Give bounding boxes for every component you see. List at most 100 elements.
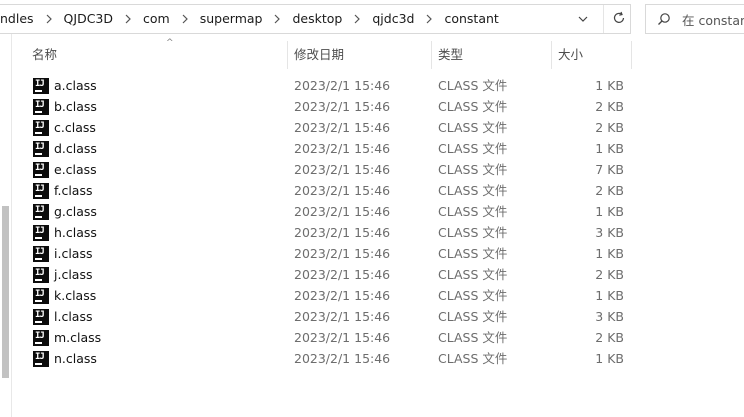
column-header-date[interactable]: 修改日期 <box>288 41 432 69</box>
file-name: f.class <box>54 183 93 198</box>
file-name: m.class <box>54 330 102 345</box>
file-name: a.class <box>54 78 97 93</box>
file-type: CLASS 文件 <box>438 225 508 240</box>
address-bar[interactable]: ndles QJDC3D com supermap desktop qjdc3d… <box>0 4 631 34</box>
chevron-right-icon[interactable] <box>40 5 58 33</box>
file-size: 1 KB <box>595 141 624 156</box>
file-name: n.class <box>54 351 97 366</box>
class-file-icon: IJ <box>33 120 49 136</box>
file-size: 1 KB <box>595 78 624 93</box>
class-file-icon: IJ <box>33 330 49 346</box>
file-type: CLASS 文件 <box>438 351 508 366</box>
class-file-icon: IJ <box>33 288 49 304</box>
column-header-label: 修改日期 <box>294 47 345 62</box>
class-file-icon: IJ <box>33 267 49 283</box>
file-date: 2023/2/1 15:46 <box>294 351 391 366</box>
file-row[interactable]: IJ e.class 2023/2/1 15:46 CLASS 文件 7 KB <box>26 159 632 180</box>
class-file-icon: IJ <box>33 183 49 199</box>
breadcrumb-item[interactable]: constant <box>438 5 504 33</box>
file-name: l.class <box>54 309 93 324</box>
file-type: CLASS 文件 <box>438 99 508 114</box>
refresh-icon <box>612 11 626 28</box>
file-type: CLASS 文件 <box>438 120 508 135</box>
address-dropdown-button[interactable] <box>568 5 598 33</box>
chevron-right-icon[interactable] <box>348 5 366 33</box>
refresh-button[interactable] <box>603 5 633 33</box>
chevron-right-icon[interactable] <box>176 5 194 33</box>
class-file-icon: IJ <box>33 141 49 157</box>
breadcrumb: ndles QJDC3D com supermap desktop qjdc3d… <box>0 5 505 33</box>
column-header-size[interactable]: 大小 <box>552 41 632 69</box>
file-row[interactable]: IJ f.class 2023/2/1 15:46 CLASS 文件 2 KB <box>26 180 632 201</box>
file-row[interactable]: IJ c.class 2023/2/1 15:46 CLASS 文件 2 KB <box>26 117 632 138</box>
search-icon <box>646 5 682 33</box>
column-header-label: 大小 <box>558 47 584 62</box>
file-row[interactable]: IJ k.class 2023/2/1 15:46 CLASS 文件 1 KB <box>26 285 632 306</box>
file-name: j.class <box>54 267 93 282</box>
file-row[interactable]: IJ b.class 2023/2/1 15:46 CLASS 文件 2 KB <box>26 96 632 117</box>
file-date: 2023/2/1 15:46 <box>294 330 391 345</box>
file-size: 1 KB <box>595 204 624 219</box>
class-file-icon: IJ <box>33 204 49 220</box>
column-header-label: 类型 <box>438 47 464 62</box>
column-header-type[interactable]: 类型 <box>432 41 552 69</box>
class-file-icon: IJ <box>33 351 49 367</box>
breadcrumb-item[interactable]: com <box>137 5 176 33</box>
file-row[interactable]: IJ d.class 2023/2/1 15:46 CLASS 文件 1 KB <box>26 138 632 159</box>
file-size: 7 KB <box>595 162 624 177</box>
file-row[interactable]: IJ i.class 2023/2/1 15:46 CLASS 文件 1 KB <box>26 243 632 264</box>
search-placeholder[interactable]: 在 constant <box>682 10 744 29</box>
class-file-icon: IJ <box>33 225 49 241</box>
file-name: k.class <box>54 288 97 303</box>
column-header-label: 名称 <box>32 47 58 62</box>
breadcrumb-item[interactable]: QJDC3D <box>58 5 119 33</box>
file-type: CLASS 文件 <box>438 309 508 324</box>
file-name: b.class <box>54 99 97 114</box>
file-row[interactable]: IJ j.class 2023/2/1 15:46 CLASS 文件 2 KB <box>26 264 632 285</box>
navigation-pane[interactable] <box>0 34 12 417</box>
file-row[interactable]: IJ m.class 2023/2/1 15:46 CLASS 文件 2 KB <box>26 327 632 348</box>
file-row[interactable]: IJ l.class 2023/2/1 15:46 CLASS 文件 3 KB <box>26 306 632 327</box>
file-row[interactable]: IJ n.class 2023/2/1 15:46 CLASS 文件 1 KB <box>26 348 632 369</box>
file-size: 1 KB <box>595 288 624 303</box>
chevron-down-icon <box>578 12 588 26</box>
file-date: 2023/2/1 15:46 <box>294 246 391 261</box>
file-name: d.class <box>54 141 97 156</box>
class-file-icon: IJ <box>33 99 49 115</box>
breadcrumb-item[interactable]: ndles <box>0 5 40 33</box>
chevron-right-icon[interactable] <box>268 5 286 33</box>
file-size: 2 KB <box>595 183 624 198</box>
file-date: 2023/2/1 15:46 <box>294 288 391 303</box>
file-type: CLASS 文件 <box>438 141 508 156</box>
file-type: CLASS 文件 <box>438 246 508 261</box>
chevron-right-icon[interactable] <box>119 5 137 33</box>
breadcrumb-item[interactable]: qjdc3d <box>366 5 420 33</box>
file-type: CLASS 文件 <box>438 330 508 345</box>
file-type: CLASS 文件 <box>438 204 508 219</box>
file-size: 1 KB <box>595 246 624 261</box>
file-size: 2 KB <box>595 120 624 135</box>
file-row[interactable]: IJ a.class 2023/2/1 15:46 CLASS 文件 1 KB <box>26 75 632 96</box>
file-date: 2023/2/1 15:46 <box>294 162 391 177</box>
file-date: 2023/2/1 15:46 <box>294 141 391 156</box>
file-row[interactable]: IJ g.class 2023/2/1 15:46 CLASS 文件 1 KB <box>26 201 632 222</box>
search-box[interactable]: 在 constant <box>645 4 744 34</box>
sort-ascending-icon: ^ <box>166 38 174 48</box>
file-size: 3 KB <box>595 309 624 324</box>
file-name: i.class <box>54 246 93 261</box>
class-file-icon: IJ <box>33 162 49 178</box>
file-date: 2023/2/1 15:46 <box>294 267 391 282</box>
file-type: CLASS 文件 <box>438 183 508 198</box>
file-type: CLASS 文件 <box>438 78 508 93</box>
breadcrumb-item[interactable]: desktop <box>286 5 348 33</box>
file-row[interactable]: IJ h.class 2023/2/1 15:46 CLASS 文件 3 KB <box>26 222 632 243</box>
file-size: 3 KB <box>595 225 624 240</box>
breadcrumb-item[interactable]: supermap <box>194 5 269 33</box>
column-header-name[interactable]: 名称 ^ <box>26 38 288 69</box>
navigation-scrollbar-thumb[interactable] <box>2 206 9 378</box>
chevron-right-icon[interactable] <box>420 5 438 33</box>
file-type: CLASS 文件 <box>438 267 508 282</box>
class-file-icon: IJ <box>33 246 49 262</box>
file-size: 2 KB <box>595 330 624 345</box>
file-name: e.class <box>54 162 97 177</box>
